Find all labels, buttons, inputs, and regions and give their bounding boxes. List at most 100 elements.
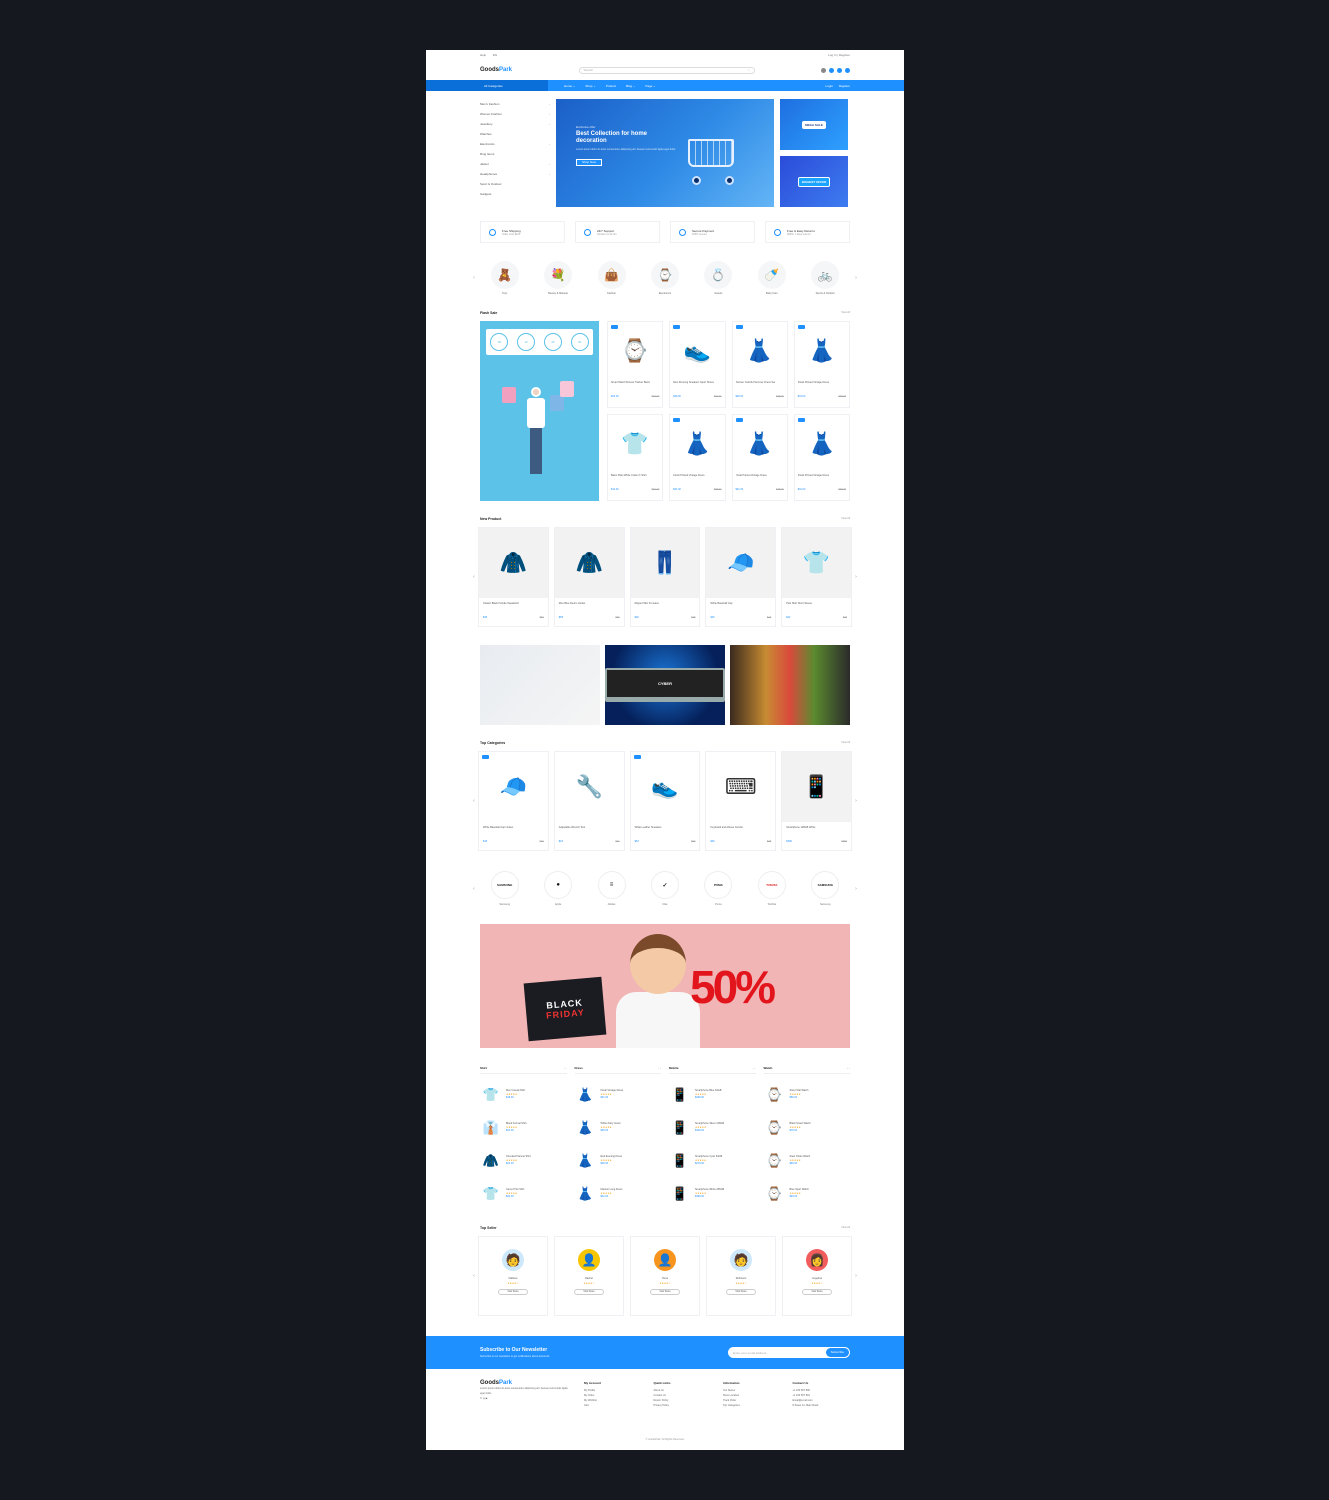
register-link[interactable]: Register — [839, 84, 850, 88]
nav-shop[interactable]: Shop ⌄ — [585, 84, 595, 88]
product-card[interactable]: 👗 Floral Printed Vintage Dress $31.00 $38.0… — [731, 414, 788, 501]
mini-product[interactable]: 🧥 Checked Flannel Shirt ★★★★★ $24.00 — [480, 1144, 567, 1177]
nav-blog[interactable]: Blog ⌄ — [626, 84, 635, 88]
cosmetics-banner[interactable] — [480, 645, 600, 725]
mini-product[interactable]: 👔 Black Formal Shirt ★★★★★ $22.00 — [480, 1111, 567, 1144]
language-select[interactable]: EN — [493, 53, 497, 57]
chevron-right-icon[interactable]: › — [852, 886, 860, 892]
sidebar-category[interactable]: Women Fashion › — [480, 109, 550, 119]
product-card[interactable]: 👟 White Leather Sneakers $54 $60 — [629, 751, 701, 851]
mini-product[interactable]: 👕 Camo Print Shirt ★★★★★ $20.00 — [480, 1177, 567, 1210]
black-friday-banner[interactable]: BLACK FRIDAY 50% — [480, 924, 850, 1048]
nav-product[interactable]: Product — [606, 84, 616, 88]
column-nav-icon[interactable]: ‹ › — [847, 1066, 850, 1070]
sidebar-category[interactable]: Electronics › — [480, 139, 550, 149]
sidebar-category[interactable]: Headphones › — [480, 169, 550, 179]
product-card[interactable]: 👕 Polo Shirt Short Sleeve $22 $28 — [781, 527, 852, 627]
wishlist-icon[interactable] — [828, 67, 834, 73]
brand-item[interactable]: SAMSUNG Samsung — [808, 871, 842, 906]
cyber-banner[interactable]: CYBER — [605, 645, 725, 725]
footer-link[interactable]: Top Categories — [723, 1403, 781, 1408]
mini-product[interactable]: ⌚ Steel Chain Watch ★★★★★ $69.00 — [764, 1144, 851, 1177]
chevron-left-icon[interactable]: ‹ — [470, 275, 478, 281]
brand-item[interactable]: ✓ Nike — [648, 871, 682, 906]
category-item[interactable]: 👜 Fashion — [592, 261, 632, 295]
column-nav-icon[interactable]: ‹ › — [564, 1066, 567, 1070]
mini-product[interactable]: 📱 Smartphone Cyan 64GB ★★★★★ $279.00 — [669, 1144, 756, 1177]
view-all-link[interactable]: View All — [841, 517, 850, 521]
product-card[interactable]: 👕 Basic Plain White Cotton T-Shirt $12.00 $… — [607, 414, 664, 501]
category-item[interactable]: 🧸 Toys — [485, 261, 525, 295]
top-bar-right[interactable]: Log In | Register — [828, 53, 850, 57]
cart-icon[interactable] — [844, 67, 850, 73]
chevron-left-icon[interactable]: ‹ — [470, 886, 478, 892]
visit-store-button[interactable]: Visit Store — [802, 1289, 832, 1295]
sidebar-category[interactable]: Ring Items — [480, 149, 550, 159]
product-card[interactable]: 🧢 White Baseball Cap $15 $19 — [705, 527, 777, 627]
hero-banner[interactable]: Exclusive offer Best Collection for home… — [556, 99, 774, 207]
search-icon[interactable]: ⌕ — [748, 68, 750, 72]
category-item[interactable]: 🍼 Baby Care — [752, 261, 792, 295]
visit-store-button[interactable]: Visit Store — [726, 1289, 756, 1295]
mini-product[interactable]: 👗 Floral Vintage Dress ★★★★★ $31.00 — [575, 1078, 662, 1111]
product-card[interactable]: 🧥 Classic Black Hoodie Sweatshirt $45 $52 — [478, 527, 549, 627]
logo[interactable]: GoodsPark — [480, 67, 512, 73]
biggest-offer-banner[interactable]: BIGGEST OFFER — [780, 156, 848, 207]
mini-product[interactable]: ⌚ Blue Sport Watch ★★★★★ $49.00 — [764, 1177, 851, 1210]
chevron-right-icon[interactable]: › — [852, 574, 860, 580]
seller-card[interactable]: 👩 Angelina ★★★★☆ Visit Store — [782, 1236, 852, 1316]
nav-page[interactable]: Page ⌄ — [645, 84, 655, 88]
supermarket-banner[interactable] — [730, 645, 850, 725]
all-categories-button[interactable]: All Categories — [426, 80, 548, 91]
column-nav-icon[interactable]: ‹ › — [658, 1066, 661, 1070]
product-card[interactable]: ⌨ Keyboard and Mouse Combo $29 $35 — [705, 751, 777, 851]
chevron-left-icon[interactable]: ‹ — [470, 574, 478, 580]
brand-item[interactable]: ● Apple — [541, 871, 575, 906]
footer-link[interactable]: Privacy Policy — [654, 1403, 712, 1408]
category-item[interactable]: 💐 Beauty & Makeup — [538, 261, 578, 295]
view-all-link[interactable]: View All — [841, 1226, 850, 1230]
nav-home[interactable]: Home ⌄ — [564, 84, 575, 88]
youtube-icon[interactable]: ▶ — [486, 1397, 488, 1400]
category-item[interactable]: 💍 Jewelry — [698, 261, 738, 295]
mini-product[interactable]: 👗 Maroon Long Dress ★★★★★ $42.00 — [575, 1177, 662, 1210]
sidebar-category[interactable]: Men's Fashion › — [480, 99, 550, 109]
brand-item[interactable]: ≡ Adidas — [595, 871, 629, 906]
flash-sale-banner[interactable]: 00 12 45 30 — [480, 321, 599, 501]
compare-icon[interactable] — [836, 67, 842, 73]
mini-product[interactable]: 📱 Smartphone Silver 128GB ★★★★★ $349.00 — [669, 1111, 756, 1144]
sidebar-category[interactable]: Watches — [480, 129, 550, 139]
help-link[interactable]: Help — [480, 53, 486, 57]
product-card[interactable]: 👗 Floral Printed Vintage Dress $31.00 $38.0… — [793, 414, 850, 501]
mega-sale-banner[interactable]: MEGA SALE — [780, 99, 848, 150]
product-card[interactable]: 👗 Women Colorful Summer Dress Set $28.00 $3… — [731, 321, 788, 408]
visit-store-button[interactable]: Visit Store — [498, 1289, 528, 1295]
product-card[interactable]: 👟 Men Running Sneakers Sport Shoes $36.00 $… — [669, 321, 726, 408]
instagram-icon[interactable]: ◎ — [483, 1397, 485, 1400]
seller-card[interactable]: 👤 Hena ★★★★☆ Visit Store — [630, 1236, 700, 1316]
sidebar-category[interactable]: Jacket › — [480, 159, 550, 169]
chevron-right-icon[interactable]: › — [852, 1273, 860, 1279]
mini-product[interactable]: 👕 Men Casual Shirt ★★★★★ $18.00 — [480, 1078, 567, 1111]
product-card[interactable]: 🧥 Men Blue Denim Jacket $58 $66 — [553, 527, 625, 627]
newsletter-email-input[interactable]: Enter your email address — [733, 1351, 766, 1355]
chevron-right-icon[interactable]: › — [852, 275, 860, 281]
seller-card[interactable]: 🧑 Robinson ★★★★☆ Visit Store — [706, 1236, 776, 1316]
mini-product[interactable]: 📱 Smartphone White 256GB ★★★★★ $399.00 — [669, 1177, 756, 1210]
chevron-left-icon[interactable]: ‹ — [470, 798, 478, 804]
product-card[interactable]: 👗 Floral Printed Vintage Dress $31.00 $38.0… — [669, 414, 726, 501]
seller-card[interactable]: 🧑 Mathew ★★★★☆ Visit Store — [478, 1236, 548, 1316]
product-card[interactable]: 📱 Smartphone 128GB White $399 $450 — [781, 751, 852, 851]
column-nav-icon[interactable]: ‹ › — [753, 1066, 756, 1070]
brand-item[interactable]: TOSHIBA Toshiba — [755, 871, 789, 906]
sidebar-category[interactable]: Jewellery › — [480, 119, 550, 129]
shop-now-button[interactable]: Shop Now — [576, 159, 602, 166]
mini-product[interactable]: ⌚ Black Smart Watch ★★★★★ $79.00 — [764, 1111, 851, 1144]
subscribe-button[interactable]: Subscribe — [825, 1348, 849, 1357]
brand-item[interactable]: PUMA Puma — [701, 871, 735, 906]
mini-product[interactable]: 👗 Red Evening Dress ★★★★★ $39.00 — [575, 1144, 662, 1177]
chevron-right-icon[interactable]: › — [852, 798, 860, 804]
product-card[interactable]: 🧢 White Baseball Cap Unisex $15 $19 — [478, 751, 549, 851]
category-item[interactable]: ⌚ Electronics — [645, 261, 685, 295]
brand-item[interactable]: SAMSUNG Samsung — [488, 871, 522, 906]
